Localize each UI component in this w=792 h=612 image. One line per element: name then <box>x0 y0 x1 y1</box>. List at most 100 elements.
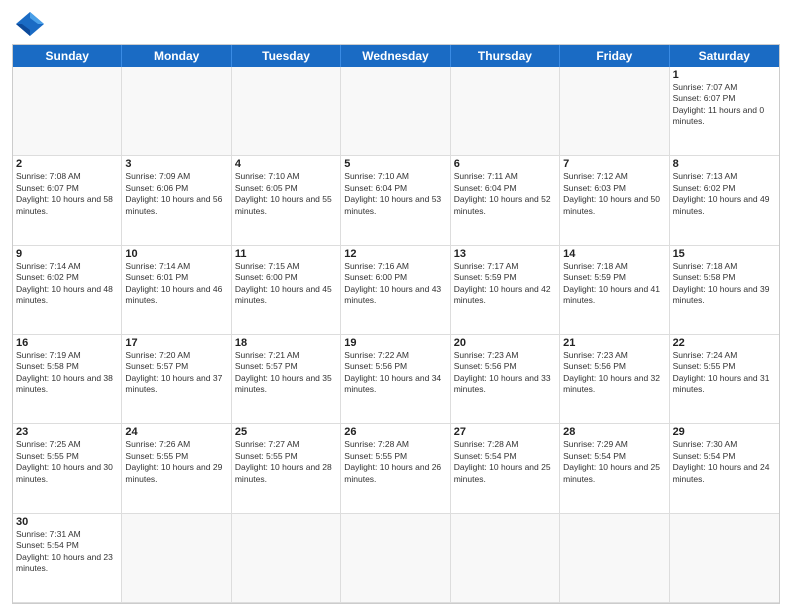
day-cell-11: 11Sunrise: 7:15 AMSunset: 6:00 PMDayligh… <box>232 246 341 335</box>
day-number: 11 <box>235 248 337 260</box>
cell-info: Sunrise: 7:17 AMSunset: 5:59 PMDaylight:… <box>454 261 556 307</box>
empty-cell <box>13 67 122 156</box>
page: SundayMondayTuesdayWednesdayThursdayFrid… <box>0 0 792 612</box>
cell-info: Sunrise: 7:22 AMSunset: 5:56 PMDaylight:… <box>344 350 446 396</box>
cell-info: Sunrise: 7:12 AMSunset: 6:03 PMDaylight:… <box>563 171 665 217</box>
cell-info: Sunrise: 7:07 AMSunset: 6:07 PMDaylight:… <box>673 82 776 128</box>
day-cell-16: 16Sunrise: 7:19 AMSunset: 5:58 PMDayligh… <box>13 335 122 424</box>
cell-info: Sunrise: 7:26 AMSunset: 5:55 PMDaylight:… <box>125 439 227 485</box>
empty-cell <box>560 67 669 156</box>
cell-info: Sunrise: 7:15 AMSunset: 6:00 PMDaylight:… <box>235 261 337 307</box>
empty-cell <box>122 514 231 603</box>
day-number: 15 <box>673 248 776 260</box>
day-number: 28 <box>563 426 665 438</box>
day-number: 16 <box>16 337 118 349</box>
day-cell-1: 1Sunrise: 7:07 AMSunset: 6:07 PMDaylight… <box>670 67 779 156</box>
day-cell-9: 9Sunrise: 7:14 AMSunset: 6:02 PMDaylight… <box>13 246 122 335</box>
cell-info: Sunrise: 7:09 AMSunset: 6:06 PMDaylight:… <box>125 171 227 217</box>
cell-info: Sunrise: 7:28 AMSunset: 5:54 PMDaylight:… <box>454 439 556 485</box>
day-cell-24: 24Sunrise: 7:26 AMSunset: 5:55 PMDayligh… <box>122 424 231 513</box>
cell-info: Sunrise: 7:08 AMSunset: 6:07 PMDaylight:… <box>16 171 118 217</box>
day-cell-13: 13Sunrise: 7:17 AMSunset: 5:59 PMDayligh… <box>451 246 560 335</box>
calendar-grid: 1Sunrise: 7:07 AMSunset: 6:07 PMDaylight… <box>13 67 779 603</box>
day-cell-22: 22Sunrise: 7:24 AMSunset: 5:55 PMDayligh… <box>670 335 779 424</box>
day-cell-8: 8Sunrise: 7:13 AMSunset: 6:02 PMDaylight… <box>670 156 779 245</box>
day-cell-23: 23Sunrise: 7:25 AMSunset: 5:55 PMDayligh… <box>13 424 122 513</box>
empty-cell <box>232 514 341 603</box>
cell-info: Sunrise: 7:10 AMSunset: 6:05 PMDaylight:… <box>235 171 337 217</box>
day-cell-19: 19Sunrise: 7:22 AMSunset: 5:56 PMDayligh… <box>341 335 450 424</box>
cell-info: Sunrise: 7:10 AMSunset: 6:04 PMDaylight:… <box>344 171 446 217</box>
cell-info: Sunrise: 7:23 AMSunset: 5:56 PMDaylight:… <box>454 350 556 396</box>
day-number: 23 <box>16 426 118 438</box>
day-number: 29 <box>673 426 776 438</box>
day-cell-15: 15Sunrise: 7:18 AMSunset: 5:58 PMDayligh… <box>670 246 779 335</box>
day-number: 1 <box>673 69 776 81</box>
cell-info: Sunrise: 7:14 AMSunset: 6:02 PMDaylight:… <box>16 261 118 307</box>
day-cell-17: 17Sunrise: 7:20 AMSunset: 5:57 PMDayligh… <box>122 335 231 424</box>
day-cell-18: 18Sunrise: 7:21 AMSunset: 5:57 PMDayligh… <box>232 335 341 424</box>
cell-info: Sunrise: 7:23 AMSunset: 5:56 PMDaylight:… <box>563 350 665 396</box>
day-number: 13 <box>454 248 556 260</box>
day-cell-26: 26Sunrise: 7:28 AMSunset: 5:55 PMDayligh… <box>341 424 450 513</box>
cell-info: Sunrise: 7:21 AMSunset: 5:57 PMDaylight:… <box>235 350 337 396</box>
day-cell-20: 20Sunrise: 7:23 AMSunset: 5:56 PMDayligh… <box>451 335 560 424</box>
day-number: 25 <box>235 426 337 438</box>
cell-info: Sunrise: 7:30 AMSunset: 5:54 PMDaylight:… <box>673 439 776 485</box>
day-number: 18 <box>235 337 337 349</box>
logo-icon <box>12 10 48 38</box>
day-cell-29: 29Sunrise: 7:30 AMSunset: 5:54 PMDayligh… <box>670 424 779 513</box>
day-number: 4 <box>235 158 337 170</box>
day-cell-28: 28Sunrise: 7:29 AMSunset: 5:54 PMDayligh… <box>560 424 669 513</box>
empty-cell <box>560 514 669 603</box>
cell-info: Sunrise: 7:24 AMSunset: 5:55 PMDaylight:… <box>673 350 776 396</box>
day-cell-10: 10Sunrise: 7:14 AMSunset: 6:01 PMDayligh… <box>122 246 231 335</box>
empty-cell <box>341 67 450 156</box>
day-number: 19 <box>344 337 446 349</box>
day-cell-30: 30Sunrise: 7:31 AMSunset: 5:54 PMDayligh… <box>13 514 122 603</box>
empty-cell <box>451 67 560 156</box>
empty-cell <box>122 67 231 156</box>
day-cell-7: 7Sunrise: 7:12 AMSunset: 6:03 PMDaylight… <box>560 156 669 245</box>
day-number: 10 <box>125 248 227 260</box>
day-header-wednesday: Wednesday <box>341 45 450 67</box>
cell-info: Sunrise: 7:18 AMSunset: 5:59 PMDaylight:… <box>563 261 665 307</box>
cell-info: Sunrise: 7:18 AMSunset: 5:58 PMDaylight:… <box>673 261 776 307</box>
day-number: 26 <box>344 426 446 438</box>
day-number: 21 <box>563 337 665 349</box>
day-header-tuesday: Tuesday <box>232 45 341 67</box>
logo <box>12 10 52 38</box>
day-number: 6 <box>454 158 556 170</box>
cell-info: Sunrise: 7:29 AMSunset: 5:54 PMDaylight:… <box>563 439 665 485</box>
cell-info: Sunrise: 7:31 AMSunset: 5:54 PMDaylight:… <box>16 529 118 575</box>
day-number: 20 <box>454 337 556 349</box>
day-number: 12 <box>344 248 446 260</box>
day-number: 14 <box>563 248 665 260</box>
day-header-monday: Monday <box>122 45 231 67</box>
cell-info: Sunrise: 7:14 AMSunset: 6:01 PMDaylight:… <box>125 261 227 307</box>
empty-cell <box>670 514 779 603</box>
day-cell-21: 21Sunrise: 7:23 AMSunset: 5:56 PMDayligh… <box>560 335 669 424</box>
day-cell-4: 4Sunrise: 7:10 AMSunset: 6:05 PMDaylight… <box>232 156 341 245</box>
day-cell-27: 27Sunrise: 7:28 AMSunset: 5:54 PMDayligh… <box>451 424 560 513</box>
day-number: 22 <box>673 337 776 349</box>
day-cell-3: 3Sunrise: 7:09 AMSunset: 6:06 PMDaylight… <box>122 156 231 245</box>
empty-cell <box>232 67 341 156</box>
day-header-sunday: Sunday <box>13 45 122 67</box>
cell-info: Sunrise: 7:19 AMSunset: 5:58 PMDaylight:… <box>16 350 118 396</box>
day-cell-6: 6Sunrise: 7:11 AMSunset: 6:04 PMDaylight… <box>451 156 560 245</box>
day-number: 7 <box>563 158 665 170</box>
day-number: 27 <box>454 426 556 438</box>
day-number: 17 <box>125 337 227 349</box>
calendar: SundayMondayTuesdayWednesdayThursdayFrid… <box>12 44 780 604</box>
day-number: 8 <box>673 158 776 170</box>
day-cell-2: 2Sunrise: 7:08 AMSunset: 6:07 PMDaylight… <box>13 156 122 245</box>
day-number: 24 <box>125 426 227 438</box>
header <box>12 10 780 38</box>
day-cell-12: 12Sunrise: 7:16 AMSunset: 6:00 PMDayligh… <box>341 246 450 335</box>
cell-info: Sunrise: 7:27 AMSunset: 5:55 PMDaylight:… <box>235 439 337 485</box>
day-header-friday: Friday <box>560 45 669 67</box>
day-number: 5 <box>344 158 446 170</box>
day-cell-14: 14Sunrise: 7:18 AMSunset: 5:59 PMDayligh… <box>560 246 669 335</box>
day-header-thursday: Thursday <box>451 45 560 67</box>
